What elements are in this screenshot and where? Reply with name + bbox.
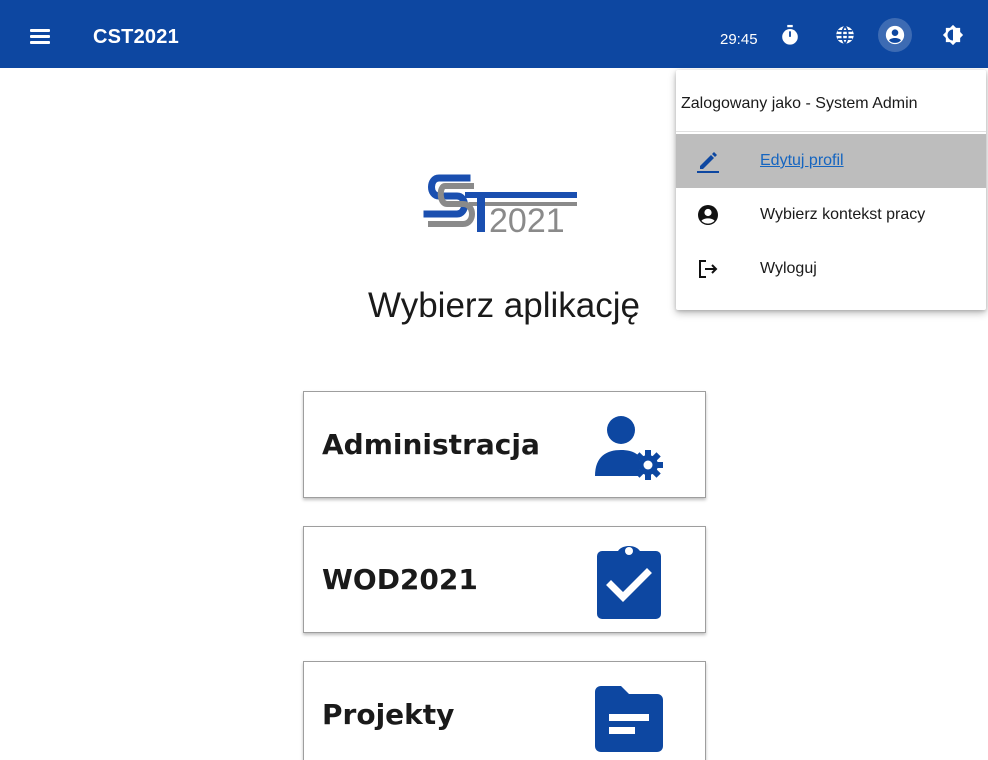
logout-icon	[696, 257, 720, 281]
app-title: CST2021	[93, 26, 179, 48]
logo-year: 2021	[489, 202, 565, 240]
clipboard-check-icon	[591, 541, 667, 619]
account-circle-icon	[696, 203, 720, 227]
user-gear-icon	[591, 406, 667, 484]
account-button[interactable]	[878, 18, 912, 52]
card-label: Administracja	[322, 428, 540, 461]
card-label: Projekty	[322, 698, 455, 731]
app-card-projekty[interactable]: Projekty	[303, 661, 706, 760]
globe-icon[interactable]	[834, 24, 856, 46]
folder-icon	[591, 676, 667, 754]
card-label: WOD2021	[322, 563, 478, 596]
cst-logo: 2021	[423, 166, 595, 240]
app-card-wod2021[interactable]: WOD2021	[303, 526, 706, 633]
app-card-administracja[interactable]: Administracja	[303, 391, 706, 498]
menu-item-edit-profile[interactable]: Edytuj profil	[676, 134, 986, 188]
menu-item-select-context[interactable]: Wybierz kontekst pracy	[676, 188, 986, 242]
brightness-icon[interactable]	[942, 24, 964, 46]
top-app-bar: CST2021 29:45	[0, 0, 988, 68]
logged-in-as-label: Zalogowany jako - System Admin	[676, 70, 986, 132]
menu-item-logout[interactable]: Wyloguj	[676, 242, 986, 296]
menu-icon[interactable]	[30, 29, 50, 44]
menu-item-label: Edytuj profil	[760, 152, 844, 169]
pencil-icon	[696, 149, 720, 173]
timer-icon[interactable]	[779, 24, 801, 46]
session-timer: 29:45	[720, 31, 758, 48]
menu-item-label: Wybierz kontekst pracy	[760, 206, 926, 223]
menu-item-label: Wyloguj	[760, 260, 817, 277]
user-menu: Zalogowany jako - System Admin Edytuj pr…	[676, 70, 986, 310]
account-circle-icon	[885, 25, 905, 45]
